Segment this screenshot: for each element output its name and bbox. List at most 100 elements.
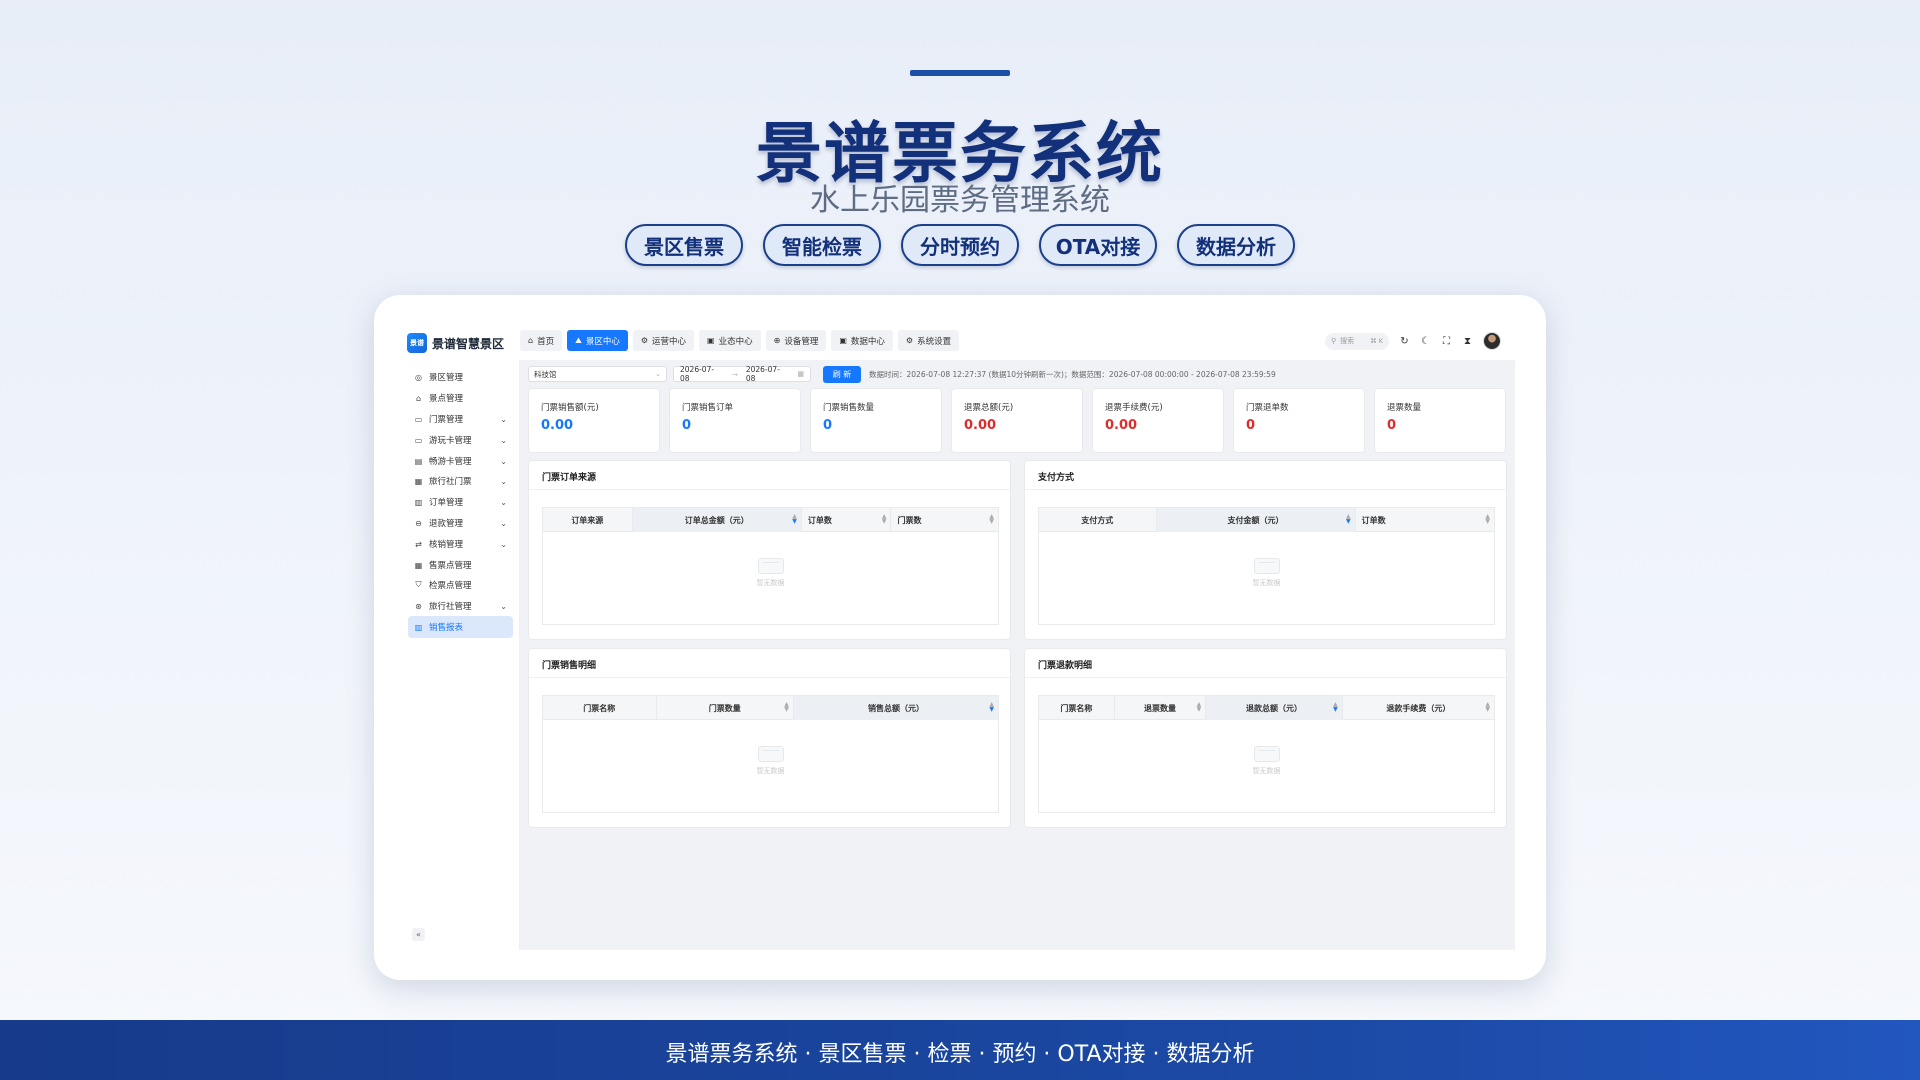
feature-pill: 数据分析 [1177, 224, 1295, 266]
logo-icon: 景谱 [407, 333, 427, 353]
avatar[interactable] [1483, 332, 1501, 350]
stat-card: 门票销售数量 0 [810, 388, 942, 453]
sidebar-item-agency-ticket[interactable]: ▦ 旅行社门票 ⌄ [408, 470, 513, 492]
sidebar-item-report[interactable]: ▥ 销售报表 [408, 616, 513, 638]
sidebar-item-scenic[interactable]: ◎ 景区管理 [408, 366, 513, 388]
sort-icon[interactable]: ▲ ▼ [882, 514, 887, 525]
column-header[interactable]: 退款手续费（元） ▲ ▼ [1343, 696, 1494, 720]
ticket-icon: ▭ [414, 414, 423, 424]
date-range-picker[interactable]: 2026-07-08 → 2026-07-08 ▦ [673, 365, 811, 383]
sale-point-icon: ▦ [414, 560, 423, 570]
data-table: 订单来源 订单总金额（元） ▲ ▼ 订单数 ▲ ▼ 门票数 ▲ ▼ 暂无数据 [542, 507, 999, 625]
tab-label: 景区中心 [585, 336, 620, 347]
column-header[interactable]: 门票名称 [1039, 696, 1115, 720]
search-input[interactable]: ⚲ 搜索 ⌘ K [1325, 332, 1389, 350]
tab-landscape[interactable]: ⛰ 景区中心 [567, 330, 628, 351]
sort-icon[interactable]: ▲ ▼ [989, 514, 994, 525]
empty-text: 暂无数据 [1252, 767, 1281, 775]
sidebar-item-verify[interactable]: ⇄ 核销管理 ⌄ [408, 533, 513, 555]
panel-title: 门票退款明细 [1038, 661, 1093, 671]
app-logo[interactable]: 景谱 景谱智慧景区 [407, 333, 504, 353]
column-header[interactable]: 订单数 ▲ ▼ [802, 508, 892, 532]
empty-text: 暂无数据 [1252, 579, 1281, 587]
hourglass-icon[interactable]: ⧗ [1462, 336, 1473, 347]
panel-divider [1025, 677, 1506, 678]
tab-home[interactable]: ⌂ 首页 [520, 330, 563, 351]
panel-divider [529, 677, 1010, 678]
empty-text: 暂无数据 [756, 579, 785, 587]
column-header[interactable]: 销售总额（元） ▲ ▼ [793, 696, 998, 720]
column-header[interactable]: 支付金额（元） ▲ ▼ [1156, 508, 1356, 532]
dark-mode-icon[interactable]: ☾ [1420, 336, 1431, 347]
refresh-button[interactable]: 刷 新 [823, 365, 861, 383]
stat-label: 门票退单数 [1246, 403, 1289, 413]
tab-settings[interactable]: ⚙ 系统设置 [897, 330, 960, 351]
chevron-down-icon: ⌄ [500, 476, 507, 486]
sidebar-item-agency[interactable]: ⊛ 旅行社管理 ⌄ [408, 595, 513, 617]
sort-icon[interactable]: ▲ ▼ [989, 702, 994, 713]
data-table: 支付方式 支付金额（元） ▲ ▼ 订单数 ▲ ▼ 暂无数据 [1038, 507, 1495, 625]
empty-state: 暂无数据 [1039, 746, 1494, 776]
stat-value: 0 [1387, 418, 1397, 433]
sidebar-item-label: 退款管理 [429, 519, 464, 529]
sidebar-item-refund[interactable]: ⊖ 退款管理 ⌄ [408, 512, 513, 534]
data-info-text: 数据时间：2026-07-08 12:27:37 (数据10分钟刷新一次)；数据… [869, 369, 1276, 379]
tab-label: 设备管理 [784, 336, 819, 347]
column-header[interactable]: 订单总金额（元） ▲ ▼ [632, 508, 802, 532]
column-header[interactable]: 订单数 ▲ ▼ [1356, 508, 1494, 532]
sidebar-item-label: 景区管理 [429, 373, 464, 383]
sidebar-item-ticket[interactable]: ▭ 门票管理 ⌄ [408, 408, 513, 430]
tab-store[interactable]: ▣ 业态中心 [699, 330, 761, 351]
pass-icon: ▤ [414, 456, 423, 466]
column-header[interactable]: 门票名称 [543, 696, 657, 720]
panel-title: 门票销售明细 [542, 661, 597, 671]
column-header[interactable]: 支付方式 [1039, 508, 1157, 532]
stat-label: 门票销售订单 [682, 403, 734, 413]
sidebar-item-order[interactable]: ▥ 订单管理 ⌄ [408, 491, 513, 513]
sidebar-item-label: 核销管理 [429, 540, 464, 550]
column-header[interactable]: 订单来源 [543, 508, 633, 532]
sidebar-item-attraction[interactable]: ⌂ 景点管理 [408, 387, 513, 409]
sidebar-item-label: 门票管理 [429, 415, 464, 425]
header-actions: ⚲ 搜索 ⌘ K ↻ ☾ ⛶ ⧗ [1325, 332, 1501, 350]
sort-icon[interactable]: ▲ ▼ [1485, 514, 1490, 525]
sidebar-item-label: 售票点管理 [429, 561, 472, 571]
sort-icon[interactable]: ▲ ▼ [792, 514, 797, 525]
sort-icon[interactable]: ▲ ▼ [1333, 702, 1338, 713]
sidebar-item-sale-point[interactable]: ▦ 售票点管理 [408, 554, 513, 576]
stat-label: 退票总额(元) [964, 403, 1014, 413]
refresh-icon[interactable]: ↻ [1399, 336, 1410, 347]
scenic-select-value: 科技馆 [534, 369, 557, 379]
table-header: 订单来源 订单总金额（元） ▲ ▼ 订单数 ▲ ▼ 门票数 ▲ ▼ [543, 508, 998, 532]
sort-icon[interactable]: ▲ ▼ [1197, 702, 1202, 713]
sidebar-item-check-point[interactable]: ⛉ 检票点管理 [408, 574, 513, 596]
column-header[interactable]: 门票数 ▲ ▼ [891, 508, 998, 532]
scenic-select[interactable]: 科技馆 ⌄ [528, 366, 667, 382]
settings-icon: ⚙ [905, 336, 914, 345]
app-header: 景谱 景谱智慧景区 ⌂ 首页 ⛰ 景区中心 ⚙ 运营中心 ▣ 业态中心 ⊕ 设备管理 ▣ 数据中心 ⚙ 系… [400, 325, 1515, 360]
stat-label: 门票销售数量 [823, 403, 875, 413]
panel-divider [529, 489, 1010, 490]
feature-pill: 分时预约 [901, 224, 1019, 266]
app-name: 景谱智慧景区 [432, 336, 505, 351]
tab-gear[interactable]: ⚙ 运营中心 [632, 330, 695, 351]
chart-icon: ▣ [839, 336, 847, 345]
sidebar-item-card[interactable]: ▭ 游玩卡管理 ⌄ [408, 429, 513, 451]
empty-state: 暂无数据 [543, 558, 998, 588]
stat-card: 退票总额(元) 0.00 [951, 388, 1083, 453]
collapse-sidebar-button[interactable]: « [412, 928, 425, 941]
sidebar-item-pass[interactable]: ▤ 畅游卡管理 ⌄ [408, 450, 513, 472]
fullscreen-icon[interactable]: ⛶ [1441, 336, 1452, 347]
stat-card: 门票销售额(元) 0.00 [528, 388, 660, 453]
sort-icon[interactable]: ▲ ▼ [784, 702, 789, 713]
sort-icon[interactable]: ▲ ▼ [1346, 514, 1351, 525]
tab-chart[interactable]: ▣ 数据中心 [831, 330, 893, 351]
column-header[interactable]: 门票数量 ▲ ▼ [657, 696, 794, 720]
stat-value: 0 [1246, 418, 1256, 433]
column-header[interactable]: 退款总额（元） ▲ ▼ [1206, 696, 1343, 720]
sort-icon[interactable]: ▲ ▼ [1485, 702, 1490, 713]
column-header[interactable]: 退票数量 ▲ ▼ [1115, 696, 1207, 720]
tab-device[interactable]: ⊕ 设备管理 [765, 330, 827, 351]
tab-label: 数据中心 [850, 336, 885, 347]
panel-payment-method: 支付方式 支付方式 支付金额（元） ▲ ▼ 订单数 ▲ ▼ 暂无数据 [1024, 460, 1507, 640]
